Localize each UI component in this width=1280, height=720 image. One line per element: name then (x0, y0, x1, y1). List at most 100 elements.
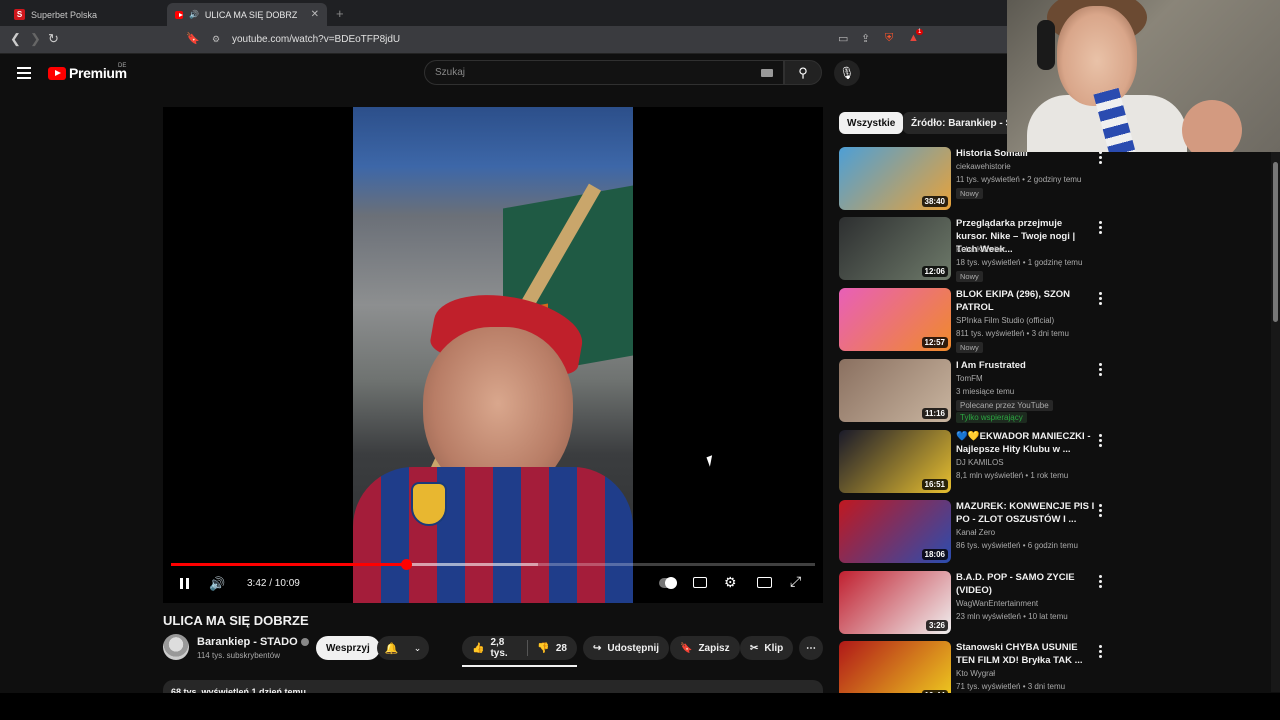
youtube-favicon-icon (175, 10, 183, 19)
save-button[interactable]: 🔖 Zapisz (670, 636, 740, 660)
thumbs-up-icon[interactable]: 👍 (472, 643, 484, 654)
promoted-badge: Polecane przez YouTube (956, 400, 1053, 411)
verified-icon (300, 638, 309, 647)
more-vertical-icon[interactable] (1099, 363, 1103, 378)
more-vertical-icon[interactable] (1099, 221, 1103, 236)
share-label: Udostępnij (607, 642, 660, 654)
recommendation-channel[interactable]: DJ KAMILOS (956, 458, 1004, 467)
recommendation-item[interactable]: 11:16 I Am Frustrated TomFM 3 miesiące temu… (839, 359, 1109, 423)
like-dislike-group: 👍 2,8 tys. 👎 28 (462, 636, 577, 660)
recommendation-item[interactable]: 12:06 Przeglądarka przejmuje kursor. Nike… (839, 217, 1109, 282)
youtube-premium-logo[interactable]: Premium (48, 65, 127, 81)
notifications-button[interactable]: 🔔 ⌄ (377, 636, 429, 660)
video-thumbnail[interactable]: 18:06 (839, 500, 951, 563)
like-count[interactable]: 2,8 tys. (490, 637, 516, 659)
bookmark-icon[interactable]: 🔖 (186, 32, 200, 45)
duration-badge: 3:26 (925, 620, 948, 631)
cast-icon[interactable]: ▭ (838, 32, 848, 45)
recommendation-title[interactable]: B.A.D. POP - SAMO ZYCIE (VIDEO) (956, 571, 1096, 597)
volume-icon[interactable]: 🔊 (209, 576, 225, 592)
more-vertical-icon[interactable] (1099, 575, 1103, 590)
recommendation-channel[interactable]: Kto Wygrał (956, 669, 995, 678)
subtitles-icon[interactable] (693, 577, 707, 588)
page-scrollbar[interactable] (1271, 152, 1280, 692)
progress-played (171, 563, 407, 566)
channel-avatar[interactable] (163, 634, 189, 660)
recommendation-channel[interactable]: Kanał Zero (956, 528, 995, 537)
forward-icon[interactable]: ❯ (30, 31, 41, 47)
more-vertical-icon[interactable] (1099, 151, 1103, 166)
recommendation-channel[interactable]: TomFM (956, 374, 983, 383)
microphone-icon: 🎙 (839, 66, 855, 80)
webcam-overlay (1007, 0, 1280, 152)
more-actions-button[interactable]: ⋯ (799, 636, 823, 660)
tab-close-icon[interactable]: ✕ (311, 9, 319, 20)
tab-label: ULICA MA SIĘ DOBRZE - YouT (204, 9, 297, 20)
more-vertical-icon[interactable] (1099, 434, 1103, 449)
clip-button[interactable]: ✂ Klip (740, 636, 794, 660)
url-field[interactable]: youtube.com/watch?v=BDEoTFP8jdU (232, 34, 400, 45)
taskbar-strip (0, 693, 1280, 720)
pause-icon[interactable] (177, 576, 191, 590)
recommendation-channel[interactable]: Kuba Klawiter (956, 245, 1005, 254)
dislike-count[interactable]: 28 (556, 643, 567, 654)
recommendation-title[interactable]: I Am Frustrated (956, 359, 1096, 372)
recommendation-meta: 23 mln wyświetleń • 10 lat temu (956, 612, 1068, 621)
keyboard-icon[interactable] (761, 69, 773, 77)
video-thumbnail[interactable]: 3:26 (839, 571, 951, 634)
recommendation-title[interactable]: 💙💛EKWADOR MANIECZKI - Najlepsze Hity Klu… (956, 430, 1096, 456)
more-vertical-icon[interactable] (1099, 292, 1103, 307)
share-icon[interactable]: ⇪ (861, 32, 870, 45)
fullscreen-icon[interactable]: ⤢ (790, 573, 801, 590)
more-vertical-icon[interactable] (1099, 645, 1103, 660)
menu-icon[interactable] (17, 67, 31, 82)
video-thumbnail[interactable]: 38:40 (839, 147, 951, 210)
voice-search-button[interactable]: 🎙 (834, 60, 860, 86)
search-placeholder: Szukaj (435, 67, 466, 78)
video-thumbnail[interactable]: 12:57 (839, 288, 951, 351)
save-label: Zapisz (698, 642, 730, 654)
duration-badge: 12:06 (921, 266, 948, 277)
share-button[interactable]: ↪ Udostępnij (583, 636, 670, 660)
search-button[interactable]: ⚲ (784, 60, 822, 85)
video-thumbnail[interactable]: 11:16 (839, 359, 951, 422)
recommendation-channel[interactable]: ciekawehistorie (956, 162, 1011, 171)
video-thumbnail[interactable]: 12:06 (839, 217, 951, 280)
duration-badge: 18:06 (921, 549, 948, 560)
progress-bar[interactable] (171, 559, 815, 570)
youtube-logo-icon (48, 66, 66, 80)
recommendation-item[interactable]: 12:57 BLOK EKIPA (296), SZON PATROL SPInka… (839, 288, 1109, 353)
video-thumbnail[interactable]: 16:51 (839, 430, 951, 493)
search-input[interactable]: Szukaj (424, 60, 784, 85)
settings-gear-icon[interactable]: ⚙ (724, 574, 737, 591)
region-code: DE (118, 63, 127, 69)
more-vertical-icon[interactable] (1099, 504, 1103, 519)
site-info-icon[interactable]: ⚙ (212, 34, 220, 45)
recommendation-channel[interactable]: SPInka Film Studio (official) (956, 316, 1054, 325)
recommendation-title[interactable]: Stanowski CHYBA USUNIE TEN FILM XD! Brył… (956, 641, 1096, 667)
tab-youtube-active[interactable]: 🔊 ULICA MA SIĘ DOBRZE - YouT ✕ (167, 3, 327, 26)
new-badge: Nowy (956, 342, 983, 353)
theater-mode-icon[interactable] (757, 577, 772, 588)
brave-shield-icon[interactable]: ⛨ (885, 32, 893, 45)
recommendation-title[interactable]: MAZUREK: KONWENCJE PIS I PO - ZLOT OSZUS… (956, 500, 1096, 526)
video-player[interactable]: 🔊 3:42 / 10:09 ⚙ ⤢ (163, 107, 823, 603)
thumbs-down-icon[interactable]: 👎 (537, 643, 549, 654)
tab-superbet[interactable]: S Superbet Polska (6, 3, 105, 26)
recommendation-item[interactable]: 38:40 Historia Somalii ciekawehistorie 11 t… (839, 147, 1109, 211)
autoplay-toggle[interactable] (659, 577, 677, 589)
recommendation-title[interactable]: BLOK EKIPA (296), SZON PATROL (956, 288, 1096, 314)
progress-scrubber[interactable] (401, 559, 413, 570)
new-tab-button[interactable]: + (336, 6, 344, 21)
recommendation-item[interactable]: 16:51 💙💛EKWADOR MANIECZKI - Najlepsze Hit… (839, 430, 1109, 494)
recommendation-item[interactable]: 18:06 MAZUREK: KONWENCJE PIS I PO - ZLOT … (839, 500, 1109, 564)
support-button[interactable]: Wesprzyj (316, 636, 380, 660)
reload-icon[interactable]: ↻ (48, 31, 59, 47)
search-icon: ⚲ (798, 64, 808, 80)
chip-all[interactable]: Wszystkie (839, 112, 904, 134)
channel-name[interactable]: Barankiep - STADO (197, 636, 309, 648)
recommendation-channel[interactable]: WagWanEntertainment (956, 599, 1038, 608)
back-icon[interactable]: ❮ (10, 31, 21, 47)
recommendation-item[interactable]: 3:26 B.A.D. POP - SAMO ZYCIE (VIDEO) WagWa… (839, 571, 1109, 635)
barcelona-crest-icon (411, 482, 447, 526)
